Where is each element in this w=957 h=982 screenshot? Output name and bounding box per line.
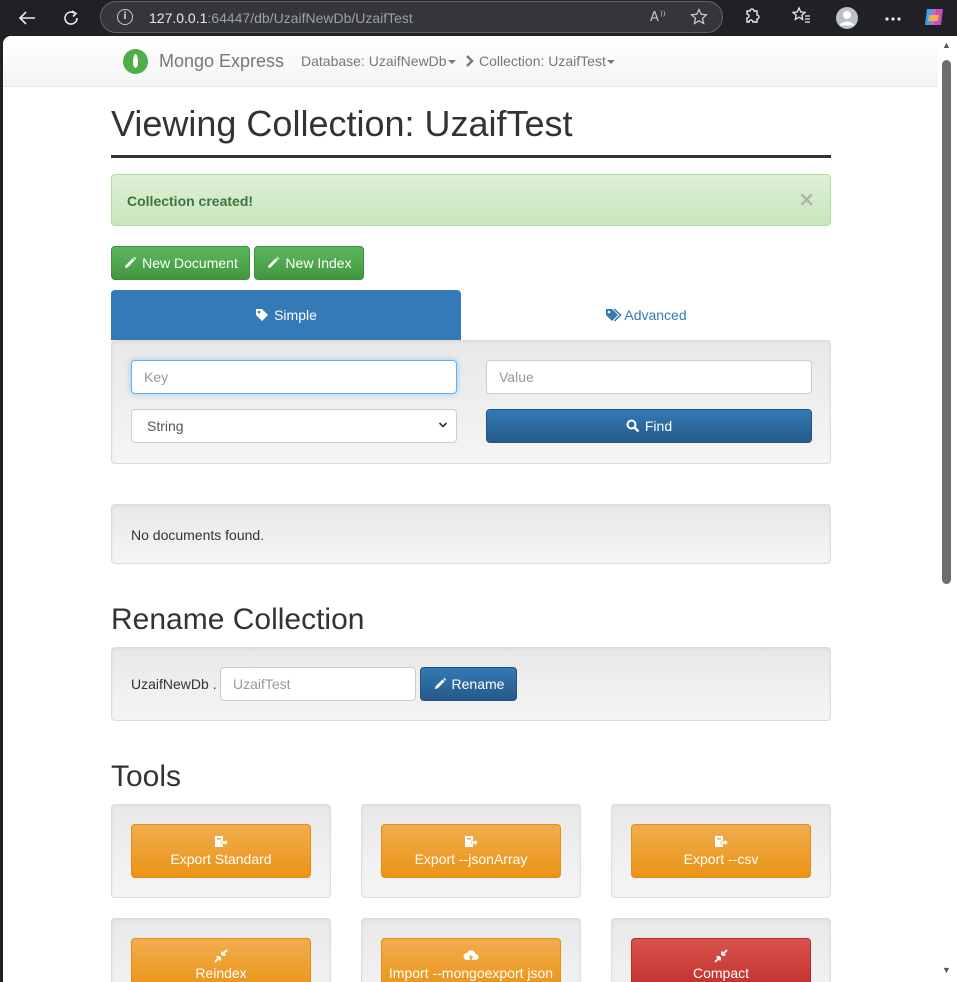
address-bar[interactable]: i 127.0.0.1:64447/db/UzaifNewDb/UzaifTes… [100,1,723,33]
reindex-button[interactable]: Reindex [131,938,311,982]
alert-close-button[interactable]: × [798,189,815,209]
mongo-leaf-logo-icon[interactable] [123,49,148,74]
svg-text:)): )) [660,10,666,18]
tab-simple-label: Simple [274,307,317,323]
find-button[interactable]: Find [486,409,812,443]
simple-search-panel: String Find [111,340,831,464]
compress-icon [214,949,228,963]
scrollbar-thumb[interactable] [942,60,951,584]
browser-toolbar: i 127.0.0.1:64447/db/UzaifNewDb/UzaifTes… [0,0,957,36]
extensions-icon[interactable] [740,6,764,30]
export-json-array-button[interactable]: Export --jsonArray [381,824,561,878]
reindex-label: Reindex [195,965,247,981]
new-index-label: New Index [285,255,352,271]
rename-collection-heading: Rename Collection [111,603,365,636]
value-input[interactable] [486,360,812,394]
compress-icon [714,949,728,963]
rename-label: Rename [451,676,505,692]
tab-simple[interactable]: Simple [111,290,461,340]
success-alert: Collection created! × [111,174,831,226]
tool-well: Export --jsonArray [361,804,581,898]
scroll-down-icon[interactable]: ▼ [941,965,952,975]
rename-panel: UzaifNewDb . Rename [111,647,831,721]
tag-icon [256,309,269,321]
profile-avatar-icon[interactable] [835,6,859,30]
database-caret-icon [447,60,456,65]
export-icon [465,836,478,847]
more-menu-icon[interactable] [881,6,905,30]
svg-text:A: A [650,10,659,24]
export-standard-button[interactable]: Export Standard [131,824,311,878]
site-info-icon[interactable]: i [117,9,133,25]
tags-icon [606,308,622,322]
export-standard-label: Export Standard [170,851,272,867]
new-index-button[interactable]: New Index [254,246,364,280]
collection-crumb-label: Collection: UzaifTest [479,53,606,69]
results-panel: No documents found. [111,504,831,564]
pencil-icon [268,256,280,268]
export-icon [715,836,728,847]
favorites-icon[interactable] [789,6,813,30]
rename-button[interactable]: Rename [420,667,517,701]
type-select[interactable]: String [131,409,457,443]
alert-message: Collection created! [127,193,254,209]
tool-well: Reindex [111,918,331,982]
compact-label: Compact [692,965,750,981]
tool-well: Compact [611,918,831,982]
brand-link[interactable]: Mongo Express [159,51,284,72]
address-url[interactable]: 127.0.0.1:64447/db/UzaifNewDb/UzaifTest [149,10,413,26]
title-divider [111,155,831,158]
back-arrow-icon[interactable] [15,6,39,30]
chevron-right-icon [466,55,474,67]
collection-caret-icon [606,60,615,65]
tab-advanced-label: Advanced [624,307,687,323]
export-json-array-label: Export --jsonArray [414,851,528,867]
url-host: 127.0.0.1 [149,10,208,26]
database-crumb-label: Database: UzaifNewDb [301,53,447,69]
vertical-scrollbar[interactable]: ▲ ▼ [938,36,957,982]
copilot-icon[interactable] [922,6,946,30]
pencil-icon [125,256,137,268]
search-icon [626,419,640,433]
rename-collection-input[interactable] [220,667,416,701]
read-aloud-icon[interactable]: A)) [648,8,668,28]
no-documents-message: No documents found. [131,527,265,543]
page-title: Viewing Collection: UzaifTest [111,103,573,144]
compact-button[interactable]: Compact [631,938,811,982]
rename-db-prefix: UzaifNewDb . [131,676,217,692]
export-csv-button[interactable]: Export --csv [631,824,811,878]
type-select-value: String [147,418,184,434]
import-mongoexport-label: Import --mongoexport json [388,965,554,981]
collection-dropdown[interactable]: Collection: UzaifTest [479,53,615,69]
export-csv-label: Export --csv [683,851,759,867]
find-label: Find [644,418,673,434]
pencil-icon [434,677,446,689]
export-icon [215,836,228,847]
new-document-label: New Document [142,255,238,271]
url-path: :64447/db/UzaifNewDb/UzaifTest [207,10,413,26]
scroll-up-icon[interactable]: ▲ [941,40,952,50]
reload-icon[interactable] [59,6,83,30]
page-viewport: Mongo Express Database: UzaifNewDb Colle… [3,36,938,982]
tools-heading: Tools [111,760,182,793]
database-dropdown[interactable]: Database: UzaifNewDb [301,53,456,69]
new-document-button[interactable]: New Document [111,246,250,280]
tool-well: Export Standard [111,804,331,898]
tool-well: Import --mongoexport json [361,918,581,982]
tool-well: Export --csv [611,804,831,898]
import-mongoexport-button[interactable]: Import --mongoexport json [381,938,561,982]
chevron-down-icon [438,422,448,428]
upload-icon [463,950,479,961]
tab-advanced[interactable]: Advanced [461,290,831,340]
key-input[interactable] [131,360,457,394]
favorite-star-icon[interactable] [689,7,709,28]
top-navbar: Mongo Express Database: UzaifNewDb Colle… [3,36,938,87]
